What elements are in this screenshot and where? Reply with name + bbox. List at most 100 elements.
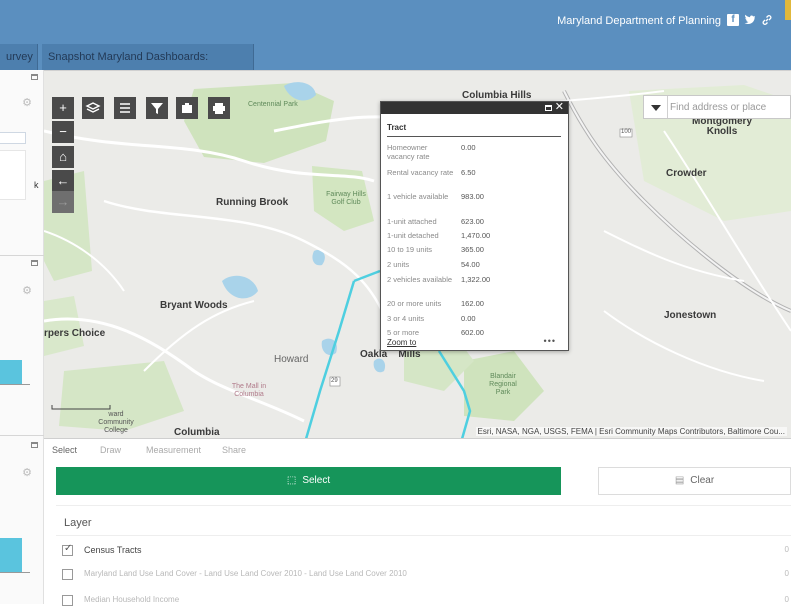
layer-row[interactable]: Maryland Land Use Land Cover - Land Use …: [62, 565, 791, 585]
app-title: Maryland Department of Planning: [557, 15, 721, 27]
popup-field-label: 2 vehicles available: [387, 275, 453, 284]
tab-share[interactable]: Share: [222, 445, 246, 455]
route-100-shield: 100: [621, 129, 632, 135]
tab-measurement[interactable]: Measurement: [146, 445, 201, 455]
layer-row[interactable]: Median Household Income 0: [62, 591, 791, 611]
widget-field: [0, 132, 26, 144]
popup-field-value: 983.00: [461, 192, 484, 201]
clear-button-label: Clear: [690, 475, 715, 486]
clear-button[interactable]: ▤ Clear: [598, 467, 791, 495]
close-icon[interactable]: ✕: [555, 101, 564, 113]
map-label-running-brook: Running Brook: [216, 197, 289, 208]
more-options-icon[interactable]: •••: [544, 336, 556, 346]
clear-icon: ▤: [674, 475, 685, 486]
popup-field-label: 10 to 19 units: [387, 245, 433, 254]
select-button-label: Select: [302, 475, 331, 486]
widget-text-fragment: k: [34, 180, 39, 190]
twitter-icon[interactable]: [744, 14, 756, 26]
popup-title: Tract: [387, 123, 407, 132]
popup-titlebar: ✕: [381, 101, 568, 114]
popup-field-value: 365.00: [461, 245, 484, 254]
maximize-icon[interactable]: [545, 105, 552, 111]
layer-count: 0: [784, 595, 789, 604]
filter-icon: [151, 103, 163, 114]
layer-checkbox[interactable]: [62, 569, 73, 580]
popup-field-value: 6.50: [461, 168, 476, 177]
layer-name: Maryland Land Use Land Cover - Land Use …: [84, 569, 407, 578]
tab-draw[interactable]: Draw: [100, 445, 121, 455]
filter-button[interactable]: [146, 97, 168, 119]
popup-field-value: 54.00: [461, 260, 480, 269]
settings-icon[interactable]: ⚙: [22, 466, 32, 479]
map-view[interactable]: Columbia Hills Montgomery Knolls Crowder…: [44, 70, 791, 438]
tab-survey[interactable]: urvey: [0, 44, 38, 70]
popup-field-label: Rental vacancy rate: [387, 168, 454, 177]
popup-field-label: 2 units: [387, 260, 410, 269]
layer-count: 0: [784, 569, 789, 578]
widget-field: [0, 150, 26, 200]
basemap-button[interactable]: [176, 97, 198, 119]
tab-resources[interactable]: Snapshot Maryland Dashboards: Resources: [42, 44, 254, 89]
select-cursor-icon: ⬚: [286, 475, 297, 486]
chart-axis: [0, 384, 30, 385]
settings-icon[interactable]: ⚙: [22, 96, 32, 109]
map-label-jonestown: Jonestown: [664, 310, 717, 321]
popup-field-label: 1-unit attached: [387, 217, 437, 226]
maximize-icon[interactable]: [31, 260, 38, 266]
next-extent-button[interactable]: →: [52, 191, 74, 213]
popup-field-label: 20 or more units: [387, 299, 442, 308]
map-label-centennial: Centennial Park: [248, 101, 298, 108]
map-label-blandair: Blandair Regional Park: [489, 373, 517, 396]
search-source-dropdown[interactable]: [644, 96, 668, 118]
zoom-out-button[interactable]: −: [52, 121, 74, 143]
layer-checkbox[interactable]: [62, 595, 73, 606]
print-icon: [213, 103, 225, 114]
map-attribution: Esri, NASA, NGA, USGS, FEMA | Esri Commu…: [475, 427, 787, 436]
popup-field-value: 0.00: [461, 143, 476, 152]
map-label-fairway-hills: Fairway Hills Golf Club: [326, 191, 366, 206]
popup-field-label: 5 or more: [387, 328, 420, 337]
link-icon[interactable]: [761, 14, 773, 26]
facebook-icon[interactable]: f: [727, 14, 739, 26]
popup-field-value: 1,322.00: [461, 275, 491, 284]
zoom-to-link[interactable]: Zoom to: [387, 338, 416, 347]
layer-heading: Layer: [64, 517, 92, 529]
popup-divider: [387, 136, 561, 137]
home-button[interactable]: ⌂: [52, 146, 74, 168]
legend-button[interactable]: [114, 97, 136, 119]
layer-name: Census Tracts: [84, 545, 142, 555]
print-button[interactable]: [208, 97, 230, 119]
maximize-icon[interactable]: [31, 442, 38, 448]
layer-count: 0: [784, 545, 789, 554]
popup-field-value: 1,470.00: [461, 231, 491, 240]
search-input[interactable]: [670, 98, 788, 116]
popup-field-value: 623.00: [461, 217, 484, 226]
left-widget-panel: ⚙ k ⚙ ⚙: [0, 70, 44, 604]
chart-bar: [0, 538, 22, 572]
map-label-howard: Howard: [274, 354, 309, 365]
chart-bar: [0, 360, 22, 384]
tab-select[interactable]: Select: [52, 445, 77, 455]
settings-icon[interactable]: ⚙: [22, 284, 32, 297]
address-search[interactable]: [643, 95, 791, 119]
layer-name: Median Household Income: [84, 595, 180, 604]
select-button[interactable]: ⬚ Select: [56, 467, 561, 495]
panel-divider: [56, 505, 791, 506]
maximize-icon[interactable]: [31, 74, 38, 80]
zoom-in-button[interactable]: +: [52, 97, 74, 119]
widget-section-2: ⚙: [0, 256, 44, 436]
popup-field-value: 162.00: [461, 299, 484, 308]
popup-field-value: 602.00: [461, 328, 484, 337]
tab-bar: urvey Snapshot Maryland Dashboards: Reso…: [0, 44, 791, 89]
map-label-college: ward Community College: [98, 411, 134, 434]
layers-button[interactable]: [82, 97, 104, 119]
caret-down-icon: [651, 105, 661, 111]
previous-extent-button[interactable]: ←: [52, 170, 74, 192]
layer-checkbox[interactable]: [62, 543, 73, 556]
popup-field-label: Homeowner vacancy rate: [387, 143, 430, 161]
route-29-shield: 29: [331, 378, 338, 384]
select-panel: Select Draw Measurement Share ⬚ Select ▤ C…: [44, 438, 791, 606]
map-label-crowder: Crowder: [666, 168, 707, 179]
map-label-columbia: Columbia: [174, 427, 220, 438]
layer-row[interactable]: Census Tracts 0: [62, 541, 791, 561]
